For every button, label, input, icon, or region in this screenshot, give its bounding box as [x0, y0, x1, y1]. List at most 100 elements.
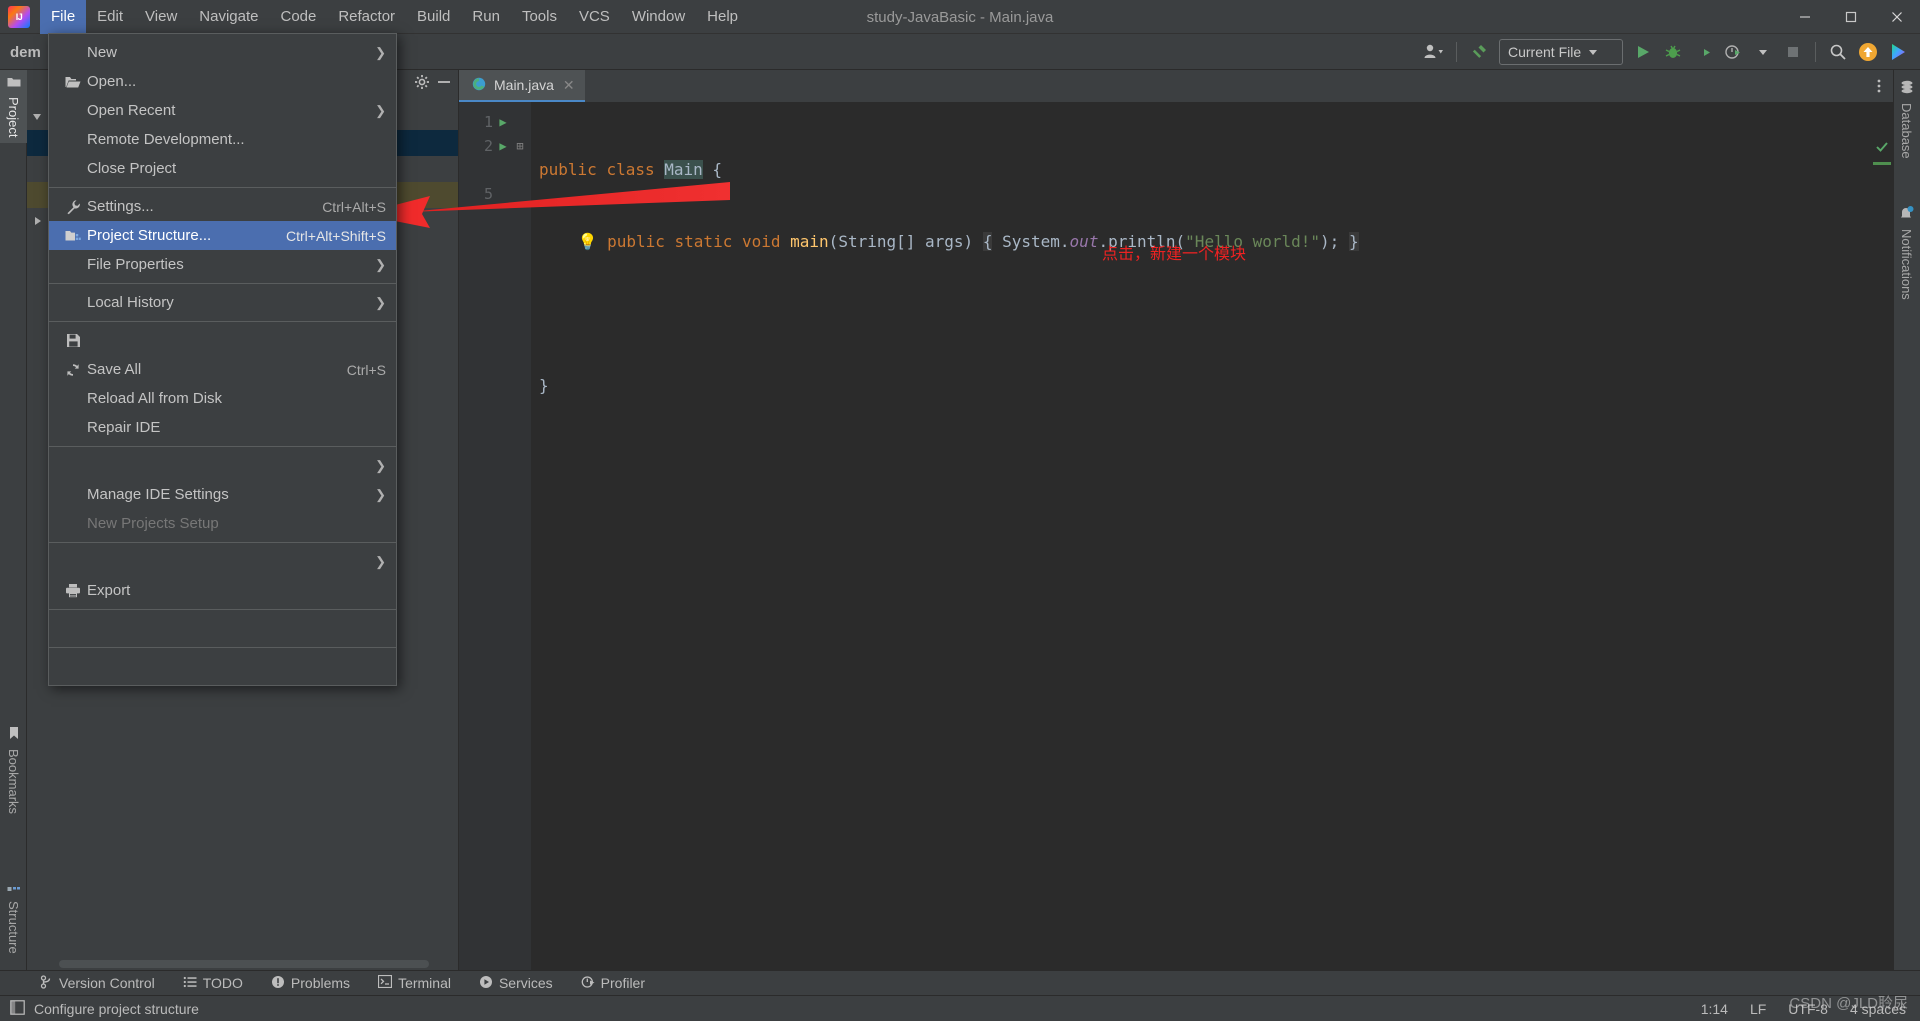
sidebar-item-project[interactable]: Project: [0, 70, 27, 144]
menu-file[interactable]: File: [40, 0, 87, 34]
menu-window[interactable]: Window: [621, 0, 696, 34]
search-icon[interactable]: [1824, 38, 1852, 66]
menu-item-remote-development[interactable]: Remote Development...: [49, 125, 396, 154]
line-separator[interactable]: LF: [1750, 1001, 1766, 1017]
menu-item-open-recent[interactable]: Open Recent ❯: [49, 96, 396, 125]
menu-item-open[interactable]: Open...: [49, 67, 396, 96]
run-button[interactable]: [1629, 38, 1657, 66]
menu-item-save-all[interactable]: [49, 326, 396, 355]
class-name-main: Main: [664, 160, 703, 179]
menu-item-manage-ide-settings[interactable]: ❯: [49, 451, 396, 480]
editor-tab-main-java[interactable]: Main.java ✕: [459, 70, 585, 102]
menu-separator-7: [49, 647, 396, 648]
menu-item-exit[interactable]: [49, 652, 396, 681]
menu-item-save-file-as-template: New Projects Setup: [49, 509, 396, 538]
build-hammer-icon[interactable]: [1465, 38, 1493, 66]
run-with-coverage-button[interactable]: [1689, 38, 1717, 66]
kw-public-2: public: [607, 232, 665, 251]
kw-void: void: [741, 232, 781, 251]
sidebar-item-structure-label: Structure: [6, 901, 21, 954]
menu-item-reload-all-from-disk[interactable]: Save All Ctrl+S: [49, 355, 396, 384]
inspection-marker[interactable]: [1873, 162, 1891, 165]
bottom-tab-profiler[interactable]: Profiler: [571, 973, 655, 994]
profile-dropdown-icon[interactable]: [1749, 38, 1777, 66]
todo-list-icon: [183, 975, 197, 992]
menu-build[interactable]: Build: [406, 0, 461, 34]
editor-area: Main.java ✕ 1 ▶ 2 ▶ ⊞ 5 public class Mai…: [459, 70, 1893, 970]
bottom-tab-terminal[interactable]: Terminal: [368, 973, 461, 993]
close-button[interactable]: [1874, 0, 1920, 34]
inspection-ok-icon[interactable]: [1875, 140, 1889, 159]
menu-edit[interactable]: Edit: [86, 0, 134, 34]
menu-item-export[interactable]: ❯: [49, 547, 396, 576]
java-class-icon: [471, 76, 487, 95]
close-icon[interactable]: ✕: [563, 77, 575, 94]
menu-item-project-structure[interactable]: Project Structure... Ctrl+Alt+Shift+S: [49, 221, 396, 250]
run-gutter-icon-2[interactable]: ▶: [493, 139, 513, 153]
bottom-tab-problems[interactable]: Problems: [261, 973, 360, 994]
bottom-tab-todo-label: TODO: [202, 975, 243, 991]
menu-item-settings[interactable]: Settings... Ctrl+Alt+S: [49, 192, 396, 221]
tool-window-icon[interactable]: [10, 999, 25, 1018]
submenu-chevron-icon-2: ❯: [375, 102, 386, 118]
project-breadcrumb: dem: [10, 43, 41, 61]
bottom-tab-version-control[interactable]: Version Control: [30, 973, 165, 994]
menu-item-print[interactable]: Export: [49, 576, 396, 605]
menu-navigate[interactable]: Navigate: [188, 0, 269, 34]
menu-item-power-save-mode[interactable]: [49, 614, 396, 643]
menu-item-invalidate-caches[interactable]: Repair IDE: [49, 413, 396, 442]
gear-icon[interactable]: [414, 74, 430, 95]
project-panel-scrollbar[interactable]: [59, 960, 429, 968]
stop-button[interactable]: [1779, 38, 1807, 66]
menu-item-local-history[interactable]: Local History ❯: [49, 288, 396, 317]
menu-refactor[interactable]: Refactor: [327, 0, 406, 34]
menu-view[interactable]: View: [134, 0, 188, 34]
updates-icon[interactable]: [1854, 38, 1882, 66]
file-encoding[interactable]: UTF-8: [1788, 1001, 1828, 1017]
maximize-button[interactable]: [1828, 0, 1874, 34]
editor-tab-options[interactable]: [1871, 70, 1887, 102]
user-avatar-icon[interactable]: [1420, 38, 1448, 66]
sidebar-item-structure[interactable]: Structure: [0, 874, 27, 960]
intention-bulb-icon[interactable]: 💡: [578, 232, 598, 251]
bottom-tab-problems-label: Problems: [290, 975, 351, 991]
fold-icon-2[interactable]: ⊞: [513, 139, 527, 153]
bottom-tab-todo[interactable]: TODO: [173, 973, 253, 994]
menu-tools[interactable]: Tools: [511, 0, 568, 34]
menu-item-close-project[interactable]: Close Project: [49, 154, 396, 183]
menu-navigate-label: Navigate: [199, 7, 259, 25]
code-editor[interactable]: 1 ▶ 2 ▶ ⊞ 5 public class Main { 💡 public…: [459, 102, 1893, 970]
file-menu-dropdown[interactable]: New ❯ Open... Open Recent ❯ Remote Devel…: [48, 33, 397, 686]
sidebar-item-notifications[interactable]: Notifications: [1893, 200, 1920, 306]
caret-position[interactable]: 1:14: [1701, 1001, 1728, 1017]
run-configuration-selector[interactable]: Current File: [1499, 39, 1623, 65]
menu-item-file-properties[interactable]: File Properties ❯: [49, 250, 396, 279]
indent-setting[interactable]: 4 spaces: [1850, 1001, 1906, 1017]
editor-inspection-gutter[interactable]: [1871, 134, 1893, 970]
menu-item-new-projects-setup[interactable]: Manage IDE Settings ❯: [49, 480, 396, 509]
editor-gutter[interactable]: 1 ▶ 2 ▶ ⊞ 5: [459, 102, 531, 970]
bottom-tab-terminal-label: Terminal: [398, 975, 451, 991]
sidebar-item-database[interactable]: Database: [1893, 74, 1920, 165]
hide-panel-icon[interactable]: [436, 74, 452, 95]
profile-button[interactable]: [1719, 38, 1747, 66]
ai-assistant-icon[interactable]: [1884, 38, 1912, 66]
menu-separator-6: [49, 609, 396, 610]
minimize-button[interactable]: [1782, 0, 1828, 34]
bottom-tab-services[interactable]: Services: [469, 973, 563, 994]
bottom-tab-services-label: Services: [498, 975, 553, 991]
string-hello-world: "Hello world!": [1185, 232, 1321, 251]
menu-vcs[interactable]: VCS: [568, 0, 621, 34]
field-out: out: [1069, 232, 1099, 251]
run-gutter-icon-1[interactable]: ▶: [493, 115, 513, 129]
menu-code[interactable]: Code: [269, 0, 327, 34]
menu-vcs-label: VCS: [578, 7, 610, 25]
sidebar-item-bookmarks[interactable]: Bookmarks: [0, 720, 27, 820]
menu-run[interactable]: Run: [461, 0, 511, 34]
menu-item-repair-ide[interactable]: Reload All from Disk: [49, 384, 396, 413]
kw-class: class: [606, 160, 655, 179]
code-text[interactable]: public class Main { 💡 public static void…: [531, 102, 1893, 970]
menu-help[interactable]: Help: [696, 0, 749, 34]
debug-button[interactable]: [1659, 38, 1687, 66]
menu-item-new[interactable]: New ❯: [49, 38, 396, 67]
